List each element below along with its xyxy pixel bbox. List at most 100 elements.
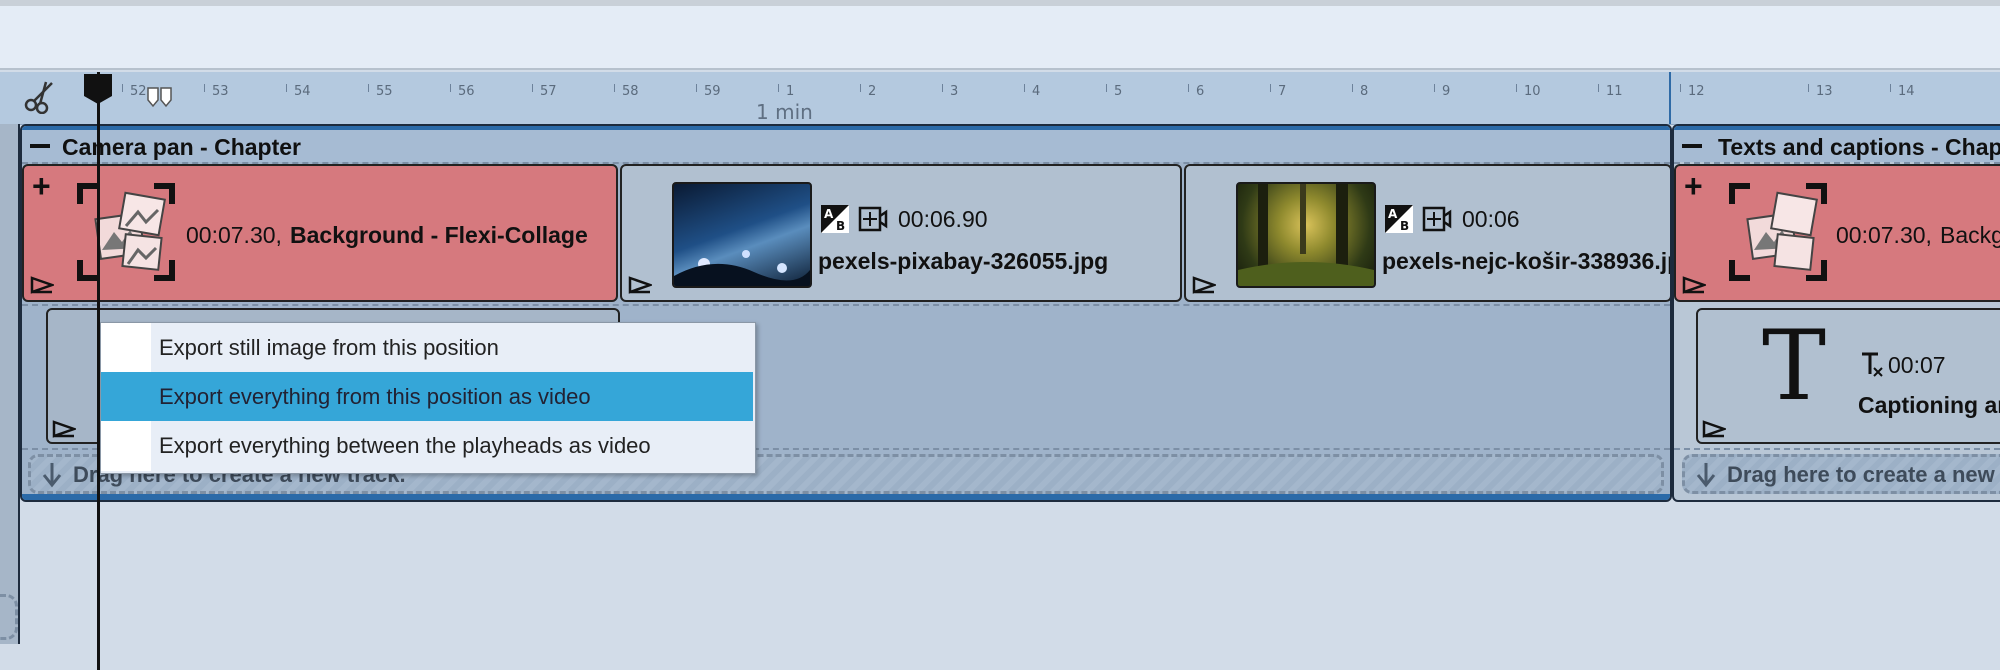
ruler-tick [942, 84, 943, 92]
clip-thumbnail [672, 182, 812, 288]
clip-duration: 00:07 [1888, 352, 1946, 378]
chapter-boundary-marker [1669, 72, 1671, 124]
ruler-tick-label: 52 [130, 84, 147, 99]
clip-duration: 00:07.30, [186, 222, 282, 248]
ruler-tick-label: 7 [1278, 84, 1287, 99]
ruler-tick [614, 84, 615, 92]
camera-pan-icon [858, 206, 888, 237]
toolbar-area [0, 0, 2000, 70]
ruler-tick [122, 84, 123, 92]
clip-duration: 00:06 [1462, 206, 1520, 232]
collapse-icon[interactable] [30, 144, 50, 148]
clip-pexels-nejc-kosir[interactable]: AB 00:06 pexels-nejc-košir-338936.jpg [1184, 164, 1672, 302]
clear-format-icon [1858, 350, 1886, 385]
menu-item-label: Export still image from this position [159, 335, 499, 360]
ab-text-icon: AB [820, 204, 850, 239]
transition-icon[interactable] [1702, 420, 1726, 438]
plus-icon[interactable]: + [32, 170, 51, 202]
ruler-tick [450, 84, 451, 92]
context-menu: Export still image from this position Ex… [100, 322, 756, 474]
ruler-tick [1598, 84, 1599, 92]
transition-icon[interactable] [1682, 276, 1706, 294]
ruler-tick [696, 84, 697, 92]
chapter-header[interactable]: Texts and captions - Chapter [1674, 126, 2000, 162]
menu-item-export-still[interactable]: Export still image from this position [101, 323, 753, 372]
plus-icon[interactable]: + [1684, 170, 1703, 202]
ruler-tick-label: 56 [458, 84, 475, 99]
ruler-tick-label: 14 [1898, 84, 1915, 99]
ruler-tick [1890, 84, 1891, 92]
svg-text:B: B [1400, 219, 1409, 233]
ruler-tick-label: 11 [1606, 84, 1623, 99]
transition-icon[interactable] [52, 420, 76, 438]
clip-background[interactable]: + 00:07.30, Background [1674, 164, 2000, 302]
new-track-dropzone[interactable]: Drag here to create a new track. [1682, 454, 2000, 494]
ruler-tick [1106, 84, 1107, 92]
marker-icon[interactable] [146, 86, 174, 115]
divider [1674, 448, 2000, 450]
transition-icon[interactable] [628, 276, 652, 294]
ruler-tick [1270, 84, 1271, 92]
ruler-tick-label: 55 [376, 84, 393, 99]
clip-pexels-pixabay[interactable]: AB 00:06.90 pexels-pixabay-326055.jpg [620, 164, 1182, 302]
clip-flexi-collage[interactable]: + 00:07.30, Background - Flexi-Collage [22, 164, 618, 302]
transition-icon[interactable] [1192, 276, 1216, 294]
ruler-tick-label: 57 [540, 84, 557, 99]
clip-captioning[interactable]: T 00:07 Captioning and [1696, 308, 2000, 444]
ruler-tick [368, 84, 369, 92]
ruler-tick-label: 1 [786, 84, 795, 99]
chapter-footer-bar [22, 494, 1670, 500]
ruler-tick [532, 84, 533, 92]
ruler-tick-label: 54 [294, 84, 311, 99]
clip-name: Background [1940, 222, 2000, 248]
clip-name: pexels-pixabay-326055.jpg [818, 248, 1109, 274]
ruler-tick-label: 10 [1524, 84, 1541, 99]
arrow-down-icon [41, 461, 63, 494]
ruler-tick-label: 4 [1032, 84, 1041, 99]
ruler-tick-label: 59 [704, 84, 721, 99]
ruler-tick-label: 12 [1688, 84, 1705, 99]
ruler-tick [1188, 84, 1189, 92]
text-T-icon: T [1762, 310, 1827, 422]
ruler-tick [1808, 84, 1809, 92]
menu-item-export-from-position[interactable]: Export everything from this position as … [101, 372, 753, 421]
ruler-tick-label: 13 [1816, 84, 1833, 99]
collapse-icon[interactable] [1682, 144, 1702, 148]
svg-text:A: A [824, 207, 834, 221]
menu-item-label: Export everything from this position as … [159, 384, 591, 409]
transition-icon[interactable] [30, 276, 54, 294]
ruler-tick-label: 6 [1196, 84, 1205, 99]
playhead-handle[interactable] [82, 72, 114, 106]
ruler-tick-label: 58 [622, 84, 639, 99]
arrow-down-icon [1695, 461, 1717, 494]
clip-thumbnail [1236, 182, 1376, 288]
svg-text:B: B [836, 219, 845, 233]
ruler-tick [860, 84, 861, 92]
ruler-tick-label: 2 [868, 84, 877, 99]
scissors-icon[interactable] [22, 78, 58, 119]
clip-duration: 00:07.30, [1836, 222, 1932, 248]
chapter-title: Texts and captions - Chapter [1718, 134, 2000, 160]
previous-chapter-edge [0, 124, 20, 644]
ruler-tick [1516, 84, 1517, 92]
chapter-texts-captions[interactable]: Texts and captions - Chapter + 00:07.30,… [1672, 124, 2000, 502]
svg-text:A: A [1388, 207, 1398, 221]
chapter-header[interactable]: Camera pan - Chapter [22, 126, 1670, 162]
minute-label: 1 min [756, 100, 813, 124]
divider [22, 304, 1670, 306]
timeline-ruler[interactable]: 52 53 54 55 56 57 58 59 1 2 3 4 5 6 7 8 9 10 11 12 13 14 1 mi… [0, 72, 2000, 125]
ab-text-icon: AB [1384, 204, 1414, 239]
ruler-tick [1434, 84, 1435, 92]
ruler-tick-label: 9 [1442, 84, 1451, 99]
drop-indicator [0, 594, 18, 640]
menu-item-export-between-playheads[interactable]: Export everything between the playheads … [101, 421, 753, 470]
camera-pan-icon [1422, 206, 1452, 237]
collage-icon [1728, 182, 1828, 287]
collage-icon [76, 182, 176, 287]
ruler-tick-label: 8 [1360, 84, 1369, 99]
clip-name: Background - Flexi-Collage [290, 222, 588, 248]
ruler-tick [286, 84, 287, 92]
ruler-tick-label: 5 [1114, 84, 1123, 99]
clip-name: pexels-nejc-košir-338936.jpg [1382, 248, 1672, 274]
ruler-tick-label: 53 [212, 84, 229, 99]
